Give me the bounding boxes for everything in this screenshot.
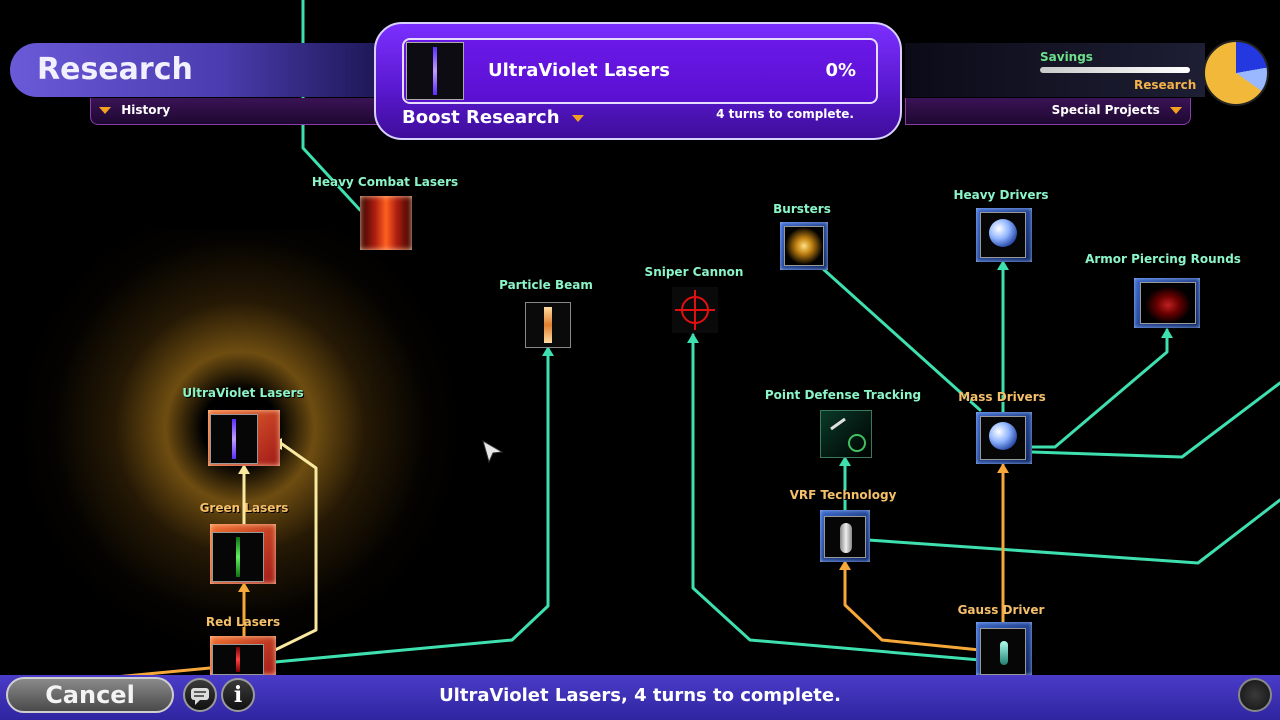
current-research-panel: UltraViolet Lasers 0% Boost Research 4 t…: [374, 22, 902, 140]
savings-research-slider[interactable]: [1040, 67, 1190, 73]
tech-label-mass-drivers: Mass Drivers: [958, 390, 1046, 404]
budget-pie-icon[interactable]: [1203, 40, 1269, 106]
current-research-percent: 0%: [825, 60, 856, 81]
tech-particle-beam[interactable]: [525, 302, 571, 348]
boost-research-dropdown[interactable]: Boost Research: [402, 107, 584, 128]
link-vrf-right: [866, 498, 1280, 565]
mouse-cursor-icon: [482, 440, 504, 464]
history-dropdown[interactable]: History: [99, 103, 170, 117]
link-mass-right: [1030, 381, 1280, 459]
tech-sniper-cannon[interactable]: [672, 287, 718, 333]
research-title-bar: Research: [10, 43, 390, 97]
tracking-icon: [830, 417, 866, 452]
special-projects-dropdown[interactable]: Special Projects: [1052, 103, 1182, 117]
research-label: Research: [1134, 78, 1197, 92]
tech-label-heavy-combat-lasers: Heavy Combat Lasers: [311, 175, 459, 189]
savings-label: Savings: [1040, 50, 1093, 64]
tech-heavy-drivers[interactable]: [976, 208, 1032, 262]
tech-label-heavy-drivers: Heavy Drivers: [953, 188, 1049, 202]
tech-gauss-driver[interactable]: [976, 622, 1032, 675]
tech-point-defense-tracking[interactable]: [820, 410, 872, 458]
status-message: UltraViolet Lasers, 4 turns to complete.: [439, 685, 841, 706]
tech-label-gauss-driver: Gauss Driver: [957, 603, 1045, 617]
arrow-mass: [997, 463, 1009, 473]
tech-label-ultraviolet-lasers: UltraViolet Lasers: [182, 386, 304, 400]
link-red-uv: [273, 442, 318, 652]
tech-mass-drivers[interactable]: [976, 412, 1032, 464]
history-tab[interactable]: History: [90, 98, 392, 125]
crosshair-icon: [675, 290, 715, 330]
current-research-box[interactable]: UltraViolet Lasers 0%: [402, 38, 878, 104]
history-dropdown-icon: [99, 107, 111, 114]
boost-dropdown-icon: [571, 114, 584, 122]
tech-label-point-defense-tracking: Point Defense Tracking: [764, 388, 922, 402]
tech-label-armor-piercing-rounds: Armor Piercing Rounds: [1085, 252, 1241, 266]
tech-red-lasers[interactable]: [210, 636, 276, 675]
ultraviolet-lasers-icon: [406, 42, 464, 100]
page-title: Research: [37, 52, 193, 87]
arrow-armor: [1161, 328, 1173, 338]
tech-label-particle-beam: Particle Beam: [499, 278, 593, 292]
special-projects-tab[interactable]: Special Projects: [905, 98, 1191, 125]
tech-heavy-combat-lasers[interactable]: [360, 196, 412, 250]
end-turn-icon[interactable]: [1238, 678, 1272, 712]
arrow-sniper: [687, 333, 699, 343]
tech-label-bursters: Bursters: [773, 202, 831, 216]
link-armor-piercing: [1030, 328, 1169, 449]
tech-armor-piercing-rounds[interactable]: [1134, 278, 1200, 328]
tech-bursters[interactable]: [780, 222, 828, 270]
current-research-name: UltraViolet Lasers: [488, 60, 670, 81]
tech-label-vrf-technology: VRF Technology: [789, 488, 897, 502]
special-projects-dropdown-icon: [1170, 107, 1182, 114]
tech-ultraviolet-lasers[interactable]: [208, 410, 280, 466]
tech-label-sniper-cannon: Sniper Cannon: [644, 265, 744, 279]
turns-to-complete: 4 turns to complete.: [716, 107, 854, 121]
tech-label-green-lasers: Green Lasers: [199, 501, 289, 515]
tech-label-red-lasers: Red Lasers: [205, 615, 281, 629]
tech-vrf-technology[interactable]: [820, 510, 870, 562]
tech-green-lasers[interactable]: [210, 524, 276, 584]
